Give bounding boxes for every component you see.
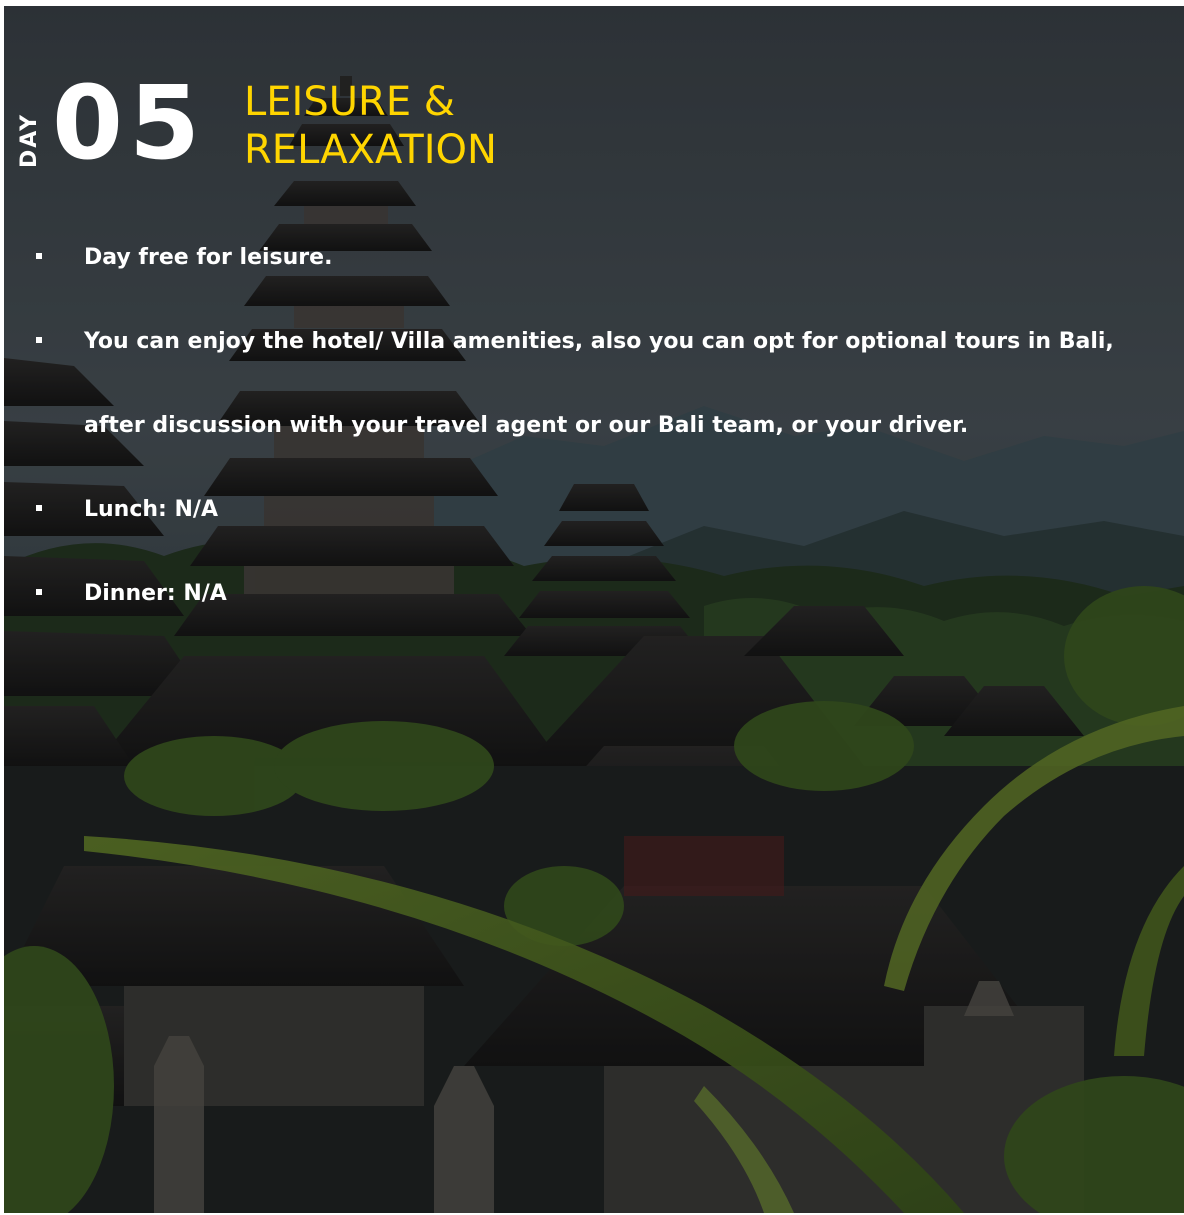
square-bullet-icon — [36, 253, 42, 259]
square-bullet-icon — [36, 589, 42, 595]
square-bullet-icon — [36, 505, 42, 511]
list-item: You can enjoy the hotel/ Villa amenities… — [34, 300, 1174, 468]
day-number: 05 — [52, 64, 206, 183]
list-item: Dinner: N/A — [34, 552, 1174, 636]
list-item: Day free for leisure. — [34, 216, 1174, 300]
list-item-text: You can enjoy the hotel/ Villa amenities… — [84, 329, 1114, 438]
square-bullet-icon — [36, 337, 42, 343]
activity-list: Day free for leisure. You can enjoy the … — [34, 216, 1174, 636]
day-title-line-1: LEISURE & — [244, 79, 455, 125]
day-title-line-2: RELAXATION — [244, 127, 497, 173]
list-item-text: Day free for leisure. — [84, 245, 333, 270]
day-title: LEISURE & RELAXATION — [244, 78, 764, 174]
day-label: DAY — [17, 112, 42, 168]
list-item-text: Dinner: N/A — [84, 581, 227, 606]
itinerary-day-page: DAY 05 LEISURE & RELAXATION Day free for… — [4, 6, 1184, 1213]
list-item-text: Lunch: N/A — [84, 497, 218, 522]
list-item: Lunch: N/A — [34, 468, 1174, 552]
